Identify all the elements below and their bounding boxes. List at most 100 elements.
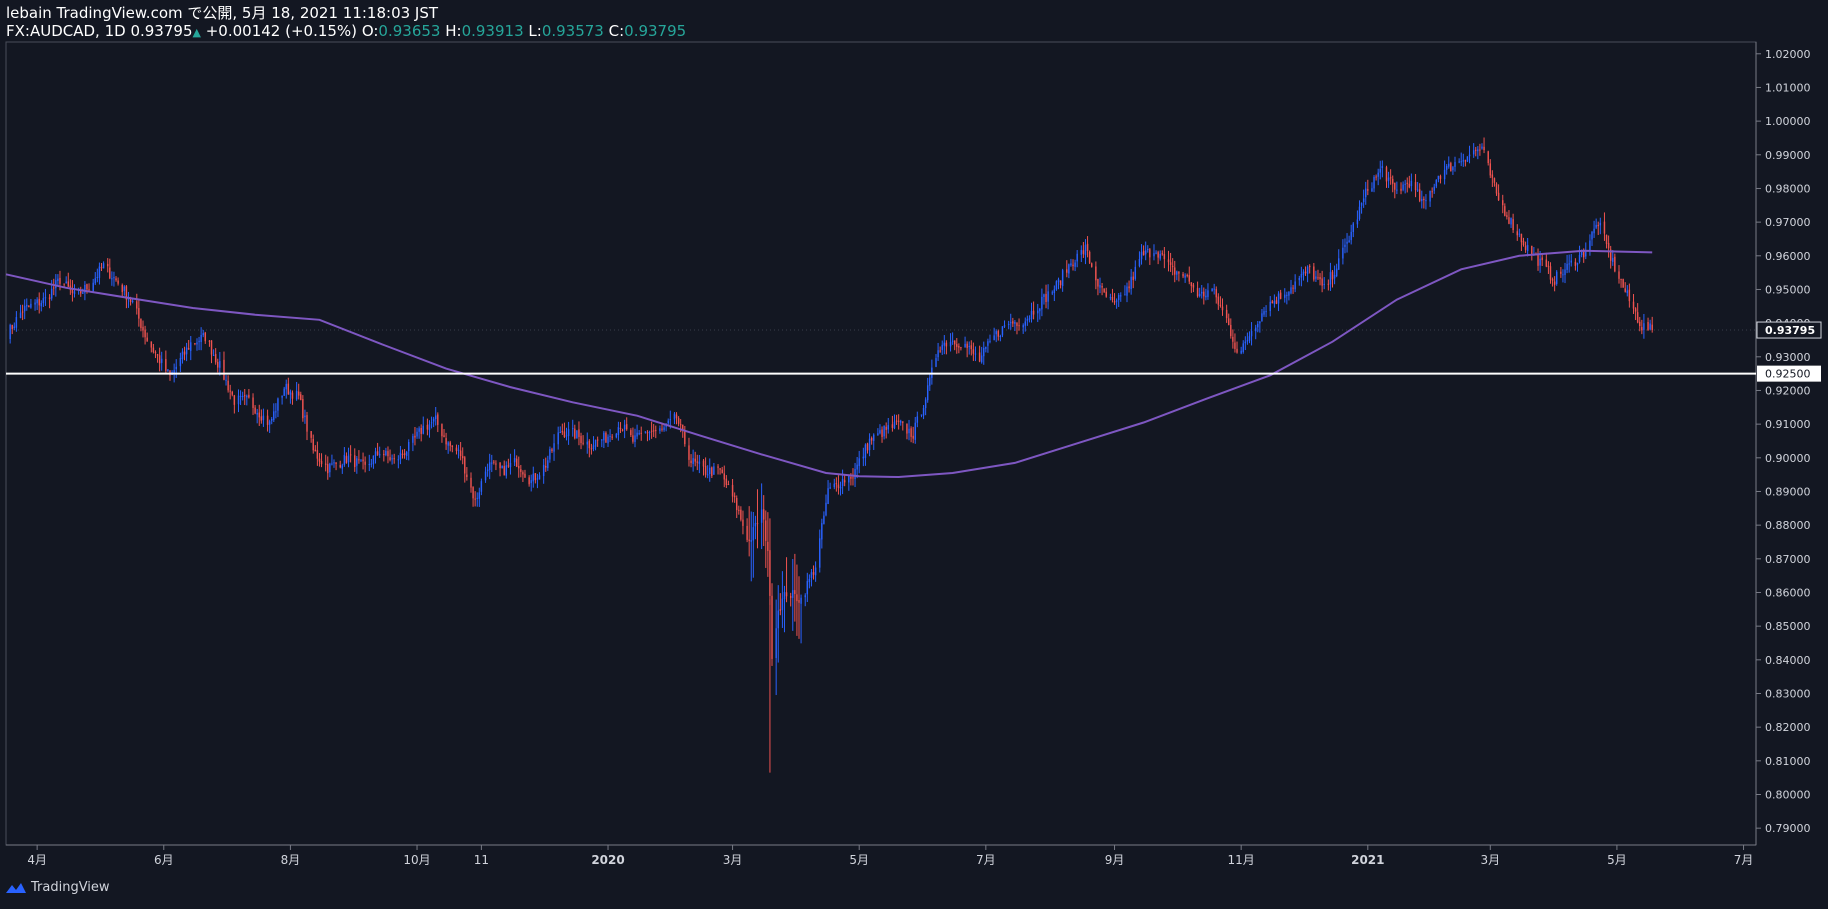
- candle-body: [1288, 292, 1290, 296]
- candle-body: [1024, 321, 1027, 326]
- candle-body: [1516, 231, 1518, 236]
- candle-body: [1321, 278, 1323, 286]
- candle-body: [23, 305, 26, 312]
- candle-body: [1549, 266, 1552, 280]
- candle-body: [779, 609, 782, 611]
- price-tick-label: 0.84000: [1765, 654, 1811, 667]
- candle-body: [445, 438, 447, 445]
- candle-body: [405, 451, 408, 456]
- candle-body: [794, 590, 796, 594]
- candle-body: [1555, 271, 1558, 284]
- candle-body: [304, 415, 306, 418]
- candle-body: [789, 596, 792, 598]
- candle-body: [910, 428, 912, 437]
- price-tick-label: 0.99000: [1765, 149, 1811, 162]
- price-tick-label: 0.85000: [1765, 620, 1811, 633]
- candle-body: [1068, 264, 1070, 274]
- candle-body: [223, 359, 225, 380]
- candle-body: [1466, 156, 1469, 162]
- candle-body: [300, 394, 302, 400]
- candle-body: [403, 453, 406, 456]
- candle-body: [1352, 223, 1354, 232]
- candle-body: [617, 427, 620, 436]
- candle-body: [354, 455, 356, 468]
- candle-body: [185, 347, 188, 355]
- candle-body: [850, 476, 852, 479]
- candle-body: [704, 465, 707, 475]
- candle-body: [53, 287, 55, 289]
- time-tick-label: 2021: [1351, 853, 1384, 867]
- price-tick-label: 1.00000: [1765, 115, 1811, 128]
- candle-body: [1391, 178, 1394, 184]
- candle-body: [1057, 279, 1060, 283]
- candle-body: [542, 464, 545, 477]
- price-tick-label: 0.82000: [1765, 721, 1811, 734]
- price-chart[interactable]: 1.02000 1.01000 1.00000 0.99000 0.98000 0.970…: [0, 0, 1828, 909]
- candle-body: [1277, 293, 1280, 304]
- candle-body: [345, 456, 348, 464]
- brand-name: TradingView: [31, 880, 110, 895]
- candle-body: [783, 592, 786, 600]
- candle-body: [412, 436, 414, 443]
- candle-body: [696, 461, 699, 463]
- candle-body: [113, 277, 115, 279]
- candle-body: [200, 335, 202, 343]
- candle-body: [1259, 321, 1261, 324]
- candle-body: [866, 443, 869, 451]
- time-tick-label: 5月: [849, 853, 869, 867]
- candle-body: [356, 458, 358, 466]
- candle-body: [1045, 293, 1047, 302]
- candle-body: [1138, 258, 1141, 267]
- candle-body: [378, 454, 381, 456]
- candle-body: [777, 610, 779, 629]
- candle-body: [1526, 245, 1529, 252]
- candle-body: [13, 326, 16, 329]
- candle-body: [96, 276, 99, 278]
- candle-body: [1055, 281, 1058, 290]
- candle-body: [677, 418, 680, 424]
- candle-body: [1047, 291, 1049, 302]
- candle-body: [1566, 263, 1568, 270]
- candle-body: [1159, 253, 1161, 259]
- candle-body: [621, 429, 624, 431]
- candle-body: [1452, 167, 1454, 171]
- brand[interactable]: TradingView: [5, 880, 110, 895]
- candle-body: [416, 431, 418, 437]
- candle-body: [1445, 165, 1448, 170]
- candle-body: [430, 422, 433, 424]
- candle-body: [632, 435, 634, 442]
- candle-body: [559, 432, 561, 434]
- candle-body: [1007, 323, 1010, 325]
- candle-body: [1248, 336, 1251, 341]
- candle-body: [165, 359, 167, 371]
- candle-body: [509, 462, 512, 468]
- candle-body: [1416, 189, 1419, 191]
- candle-body: [1626, 290, 1629, 294]
- candle-body: [1367, 189, 1369, 191]
- candle-body: [1244, 341, 1247, 344]
- candle-body: [1236, 348, 1238, 353]
- candle-body: [219, 361, 221, 368]
- candle-body: [1315, 276, 1317, 279]
- candle-body: [980, 355, 983, 363]
- candle-body: [1365, 188, 1367, 198]
- candle-body: [1120, 295, 1122, 297]
- candle-body: [426, 424, 429, 430]
- candle-body: [574, 428, 576, 439]
- candle-body: [1240, 350, 1242, 354]
- candle-body: [698, 461, 701, 464]
- candle-body: [1032, 310, 1035, 315]
- candle-body: [1275, 300, 1278, 304]
- candle-body: [1101, 286, 1103, 288]
- candle-body: [1090, 263, 1093, 267]
- candle-body: [804, 595, 806, 598]
- candle-body: [1290, 287, 1292, 294]
- candle-body: [1539, 258, 1541, 266]
- candle-body: [432, 418, 435, 422]
- candle-body: [623, 424, 626, 430]
- candle-body: [723, 473, 725, 480]
- candle-body: [349, 454, 352, 456]
- candle-body: [1545, 259, 1548, 267]
- candle-body: [1124, 294, 1126, 296]
- candle-body: [1171, 265, 1174, 267]
